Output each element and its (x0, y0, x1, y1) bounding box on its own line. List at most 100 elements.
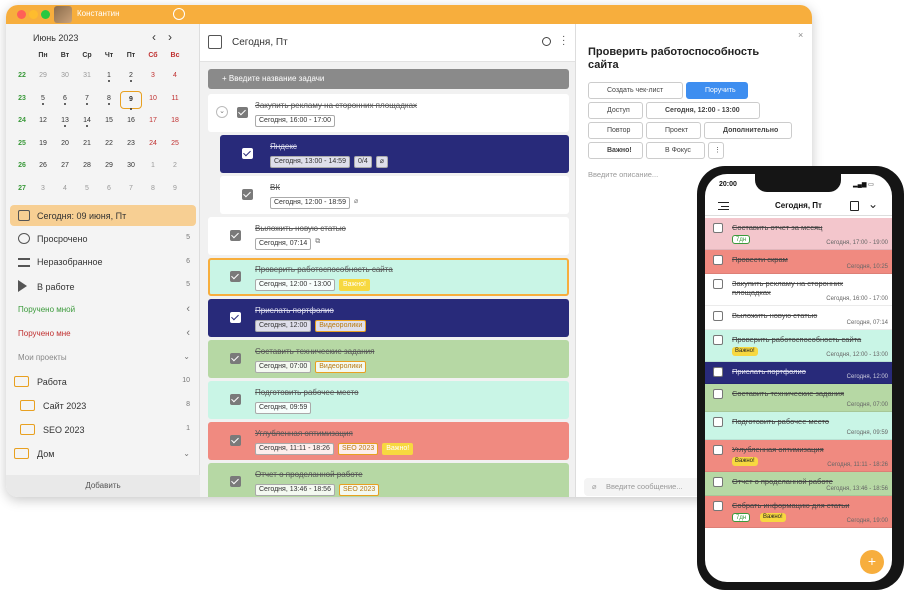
description-input[interactable]: Введите описание... (588, 170, 658, 179)
task-card-selected[interactable]: Проверить работоспособность сайта Сегодн… (208, 258, 569, 296)
more-button[interactable]: ⋮ (708, 142, 724, 159)
week-number[interactable]: 25 (14, 140, 30, 147)
task-checkbox[interactable] (713, 445, 723, 455)
calendar-day[interactable]: 25 (164, 140, 186, 147)
calendar-day[interactable]: 13 (54, 117, 76, 127)
task-checkbox[interactable] (713, 477, 723, 487)
add-task-fab[interactable]: + (860, 550, 884, 574)
task-checkbox[interactable] (713, 279, 723, 289)
task-card[interactable]: Составить технические задания Сегодня, 0… (208, 340, 569, 378)
task-checkbox[interactable] (230, 435, 241, 446)
calendar-day[interactable]: 12 (32, 117, 54, 124)
calendar-day[interactable]: 27 (54, 162, 76, 169)
sidebar-project-site[interactable]: Сайт 2023 8 (20, 400, 190, 411)
minimize-window-button[interactable] (29, 10, 38, 19)
calendar-day[interactable]: 16 (120, 117, 142, 124)
repeat-button[interactable]: Повтор (588, 122, 643, 139)
sidebar-item-overdue[interactable]: Просрочено 5 (18, 233, 190, 244)
calendar-day[interactable]: 29 (98, 162, 120, 169)
week-number[interactable]: 27 (14, 185, 30, 192)
close-window-button[interactable] (17, 10, 26, 19)
calendar-day[interactable]: 14 (76, 117, 98, 127)
sidebar-item-assigned-to-me[interactable]: Поручено мне ‹ (18, 327, 190, 339)
sidebar-item-unsorted[interactable]: Неразобранное 6 (18, 257, 190, 267)
calendar-day[interactable]: 21 (76, 140, 98, 147)
access-button[interactable]: Доступ (588, 102, 643, 119)
search-icon[interactable] (542, 37, 551, 46)
calendar-day[interactable]: 22 (98, 140, 120, 147)
task-card[interactable]: Углубленная оптимизация Сегодня, 11:11 -… (208, 422, 569, 460)
more-vertical-icon[interactable]: · · · (562, 32, 565, 50)
date-button[interactable]: Сегодня, 12:00 - 13:00 (646, 102, 760, 119)
calendar-icon[interactable] (208, 35, 222, 49)
calendar-day[interactable]: 7 (76, 95, 98, 105)
task-card[interactable]: Прислать портфолио Сегодня, 12:00 Видеоро… (208, 299, 569, 337)
calendar-day[interactable]: 4 (54, 185, 76, 192)
phone-task-row[interactable]: Закупить рекламу на сторонних площадках С… (705, 274, 892, 306)
task-card[interactable]: Выложить новую статью Сегодня, 07:14 ⧉ (208, 217, 569, 255)
phone-task-row[interactable]: Подготовить рабочее место Сегодня, 09:59 (705, 412, 892, 440)
chevron-down-icon[interactable]: ⌄ (868, 197, 878, 211)
calendar-day[interactable]: 5 (76, 185, 98, 192)
phone-task-row[interactable]: Прислать портфолио Сегодня, 12:00 (705, 362, 892, 384)
new-task-input[interactable]: + Введите название задачи (208, 69, 569, 89)
calendar-day[interactable]: 6 (98, 185, 120, 192)
task-checkbox[interactable] (713, 335, 723, 345)
task-card[interactable]: Подготовить рабочее место Сегодня, 09:59 (208, 381, 569, 419)
focus-button[interactable]: В Фокус (646, 142, 705, 159)
calendar-day[interactable]: 6 (54, 95, 76, 105)
chevron-right-icon[interactable]: › (168, 30, 172, 44)
sidebar-item-in-progress[interactable]: В работе 5 (18, 280, 190, 292)
assign-button[interactable]: Поручить (686, 82, 748, 99)
calendar-day[interactable]: 9 (120, 90, 142, 110)
week-number[interactable]: 26 (14, 162, 30, 169)
phone-task-row[interactable]: Собрать информацию для статьи 7дн Важно! Се… (705, 496, 892, 528)
calendar-day[interactable]: 20 (54, 140, 76, 147)
calendar-day[interactable]: 18 (164, 117, 186, 124)
task-checkbox[interactable] (230, 312, 241, 323)
phone-task-row[interactable]: Составить технические задания Сегодня, 07… (705, 384, 892, 412)
calendar-day[interactable]: 17 (142, 117, 164, 124)
project-button[interactable]: Проект (646, 122, 701, 139)
task-checkbox[interactable] (242, 148, 253, 159)
phone-task-row[interactable]: Провести скрам Сегодня, 10:25 (705, 250, 892, 274)
task-checkbox[interactable] (713, 367, 723, 377)
calendar-day[interactable]: 4 (164, 72, 186, 79)
calendar-day[interactable]: 30 (120, 162, 142, 169)
calendar-day[interactable]: 3 (32, 185, 54, 192)
calendar-day[interactable]: 28 (76, 162, 98, 169)
calendar-day[interactable]: 24 (142, 140, 164, 147)
maximize-window-button[interactable] (41, 10, 50, 19)
calendar-day[interactable]: 15 (98, 117, 120, 124)
calendar-day[interactable]: 19 (32, 140, 54, 147)
clock-icon[interactable] (173, 8, 185, 20)
calendar-day[interactable]: 23 (120, 140, 142, 147)
calendar-day[interactable]: 8 (98, 95, 120, 105)
task-checkbox[interactable] (713, 389, 723, 399)
sidebar-project-seo[interactable]: SEO 2023 1 (20, 424, 190, 435)
sidebar-project-work[interactable]: Работа 10 (14, 376, 190, 387)
task-checkbox[interactable] (230, 394, 241, 405)
task-checkbox[interactable] (713, 501, 723, 511)
important-button[interactable]: Важно! (588, 142, 643, 159)
chevron-left-icon[interactable]: ‹ (152, 30, 156, 44)
task-checkbox[interactable] (242, 189, 253, 200)
sidebar-item-assigned-by-me[interactable]: Поручено мной ‹ (18, 303, 190, 315)
add-button[interactable]: Добавить (6, 475, 200, 497)
calendar-day[interactable]: 1 (98, 72, 120, 82)
calendar-day[interactable]: 2 (120, 72, 142, 82)
week-number[interactable]: 22 (14, 72, 30, 79)
calendar-day[interactable]: 29 (32, 72, 54, 79)
more-options-button[interactable]: Дополнительно (704, 122, 792, 139)
calendar-day[interactable]: 5 (32, 95, 54, 105)
phone-task-row[interactable]: Углубленная оптимизация Важно! Сегодня, 11… (705, 440, 892, 472)
task-card[interactable]: Отчет о проделанной работе Сегодня, 13:4… (208, 463, 569, 497)
task-checkbox[interactable] (230, 271, 241, 282)
task-checkbox[interactable] (713, 223, 723, 233)
task-checkbox[interactable] (230, 476, 241, 487)
avatar[interactable] (54, 6, 72, 23)
calendar-day[interactable]: 9 (164, 185, 186, 192)
subtask-card[interactable]: ВК Сегодня, 12:00 - 18:59 ⌀ (220, 176, 569, 214)
week-number[interactable]: 23 (14, 95, 30, 102)
sidebar-project-home[interactable]: Дом ⌄ (14, 448, 190, 459)
